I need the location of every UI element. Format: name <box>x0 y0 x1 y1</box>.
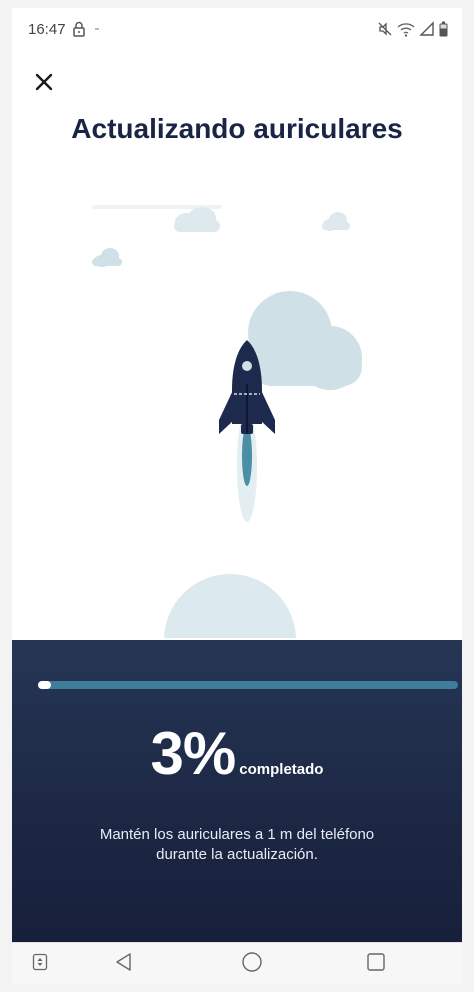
recents-button[interactable] <box>352 943 400 984</box>
progress-label: completado <box>239 761 324 778</box>
rocket-illustration <box>12 198 462 706</box>
signal-icon <box>419 21 435 37</box>
dash-icon <box>92 27 102 31</box>
instruction-text: Mantén los auriculares a 1 m del teléfon… <box>52 825 422 865</box>
home-icon <box>241 951 263 978</box>
rocket-window <box>242 361 252 371</box>
cloud-small-right <box>322 212 350 231</box>
progress-percent-row: 3% completado <box>12 724 462 784</box>
back-icon <box>114 952 134 977</box>
instruction-line-1: Mantén los auriculares a 1 m del teléfon… <box>99 826 375 843</box>
cloud-bottom <box>164 574 296 706</box>
recents-icon <box>366 952 386 977</box>
screen: 16:47 Actualizando auriculares 3% comple… <box>12 8 462 984</box>
lock-icon <box>72 21 86 37</box>
progress-panel: 3% completado Mantén los auriculares a 1… <box>12 640 462 942</box>
wifi-icon <box>397 21 415 37</box>
status-bar: 16:47 <box>12 8 462 50</box>
cloud-large <box>248 291 362 390</box>
rotate-icon <box>32 953 48 976</box>
cloud-small-top <box>174 207 220 232</box>
mute-icon <box>377 21 393 37</box>
cloud-small-left <box>92 248 122 267</box>
close-button[interactable] <box>30 70 58 98</box>
flame-inner <box>242 426 252 486</box>
page-title: Actualizando auriculares <box>71 113 403 144</box>
device-frame: 16:47 Actualizando auriculares 3% comple… <box>0 0 474 992</box>
battery-icon <box>439 21 448 37</box>
status-time: 16:47 <box>28 20 66 38</box>
status-left: 16:47 <box>28 21 102 38</box>
close-icon <box>35 73 53 96</box>
back-button[interactable] <box>100 943 148 984</box>
navigation-bar <box>12 942 462 984</box>
status-right <box>377 21 448 37</box>
instruction-line-2: durante la actualización. <box>156 846 318 863</box>
home-button[interactable] <box>228 943 276 984</box>
progress-percent: 3% <box>150 720 237 787</box>
progress-fill <box>38 681 51 689</box>
rotate-button[interactable] <box>22 943 58 984</box>
progress-bar <box>38 681 458 689</box>
